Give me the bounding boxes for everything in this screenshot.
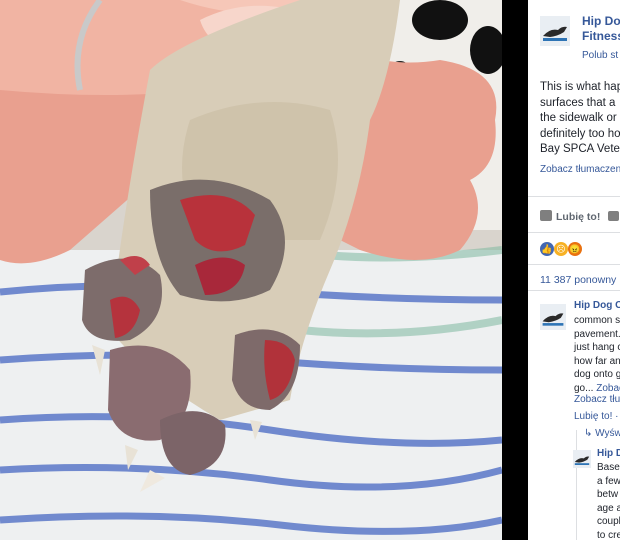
- comment-line: dog onto g: [574, 369, 620, 380]
- reply-line: a few: [597, 475, 620, 487]
- comment-line: how far an: [574, 355, 620, 367]
- commenter-avatar[interactable]: [540, 304, 566, 330]
- reply-thread-line: [576, 430, 577, 540]
- burned-paw-photo: [0, 0, 502, 540]
- replier-avatar[interactable]: [573, 450, 591, 468]
- comment-line: common s: [574, 315, 620, 326]
- comment-line: pavement.: [574, 328, 620, 340]
- see-more-link[interactable]: Zobac: [596, 383, 620, 394]
- reply-line: age a: [597, 502, 620, 514]
- comment-translate-link[interactable]: Zobacz tłum: [574, 394, 620, 405]
- reply-line: coupl: [597, 516, 620, 527]
- commenter-name[interactable]: Hip Dog Ca: [574, 300, 620, 311]
- comment-text: common s pavement. just hang c how far a…: [574, 314, 620, 395]
- replier-name[interactable]: Hip Do: [597, 448, 620, 459]
- dog-logo-icon: [540, 304, 566, 330]
- comment-line: go...: [574, 382, 594, 394]
- dog-logo-icon: [573, 450, 591, 468]
- comment-like-link[interactable]: Lubię to! ·: [574, 411, 618, 422]
- comments-area: Hip Dog Ca common s pavement. just hang …: [528, 0, 620, 540]
- reply-line: to cre: [597, 529, 620, 540]
- post-photo[interactable]: [0, 0, 502, 540]
- comment-line: just hang c: [574, 342, 620, 353]
- show-replies-link[interactable]: ↳ Wyśw: [584, 428, 620, 439]
- viewer-gap: [502, 0, 528, 540]
- reply-text: Base a few betw age a coupl to cre: [597, 461, 620, 540]
- reply-line: betw: [597, 489, 619, 500]
- reply-line: Base: [597, 462, 620, 473]
- comment-line-last: go... Zobac: [574, 382, 620, 396]
